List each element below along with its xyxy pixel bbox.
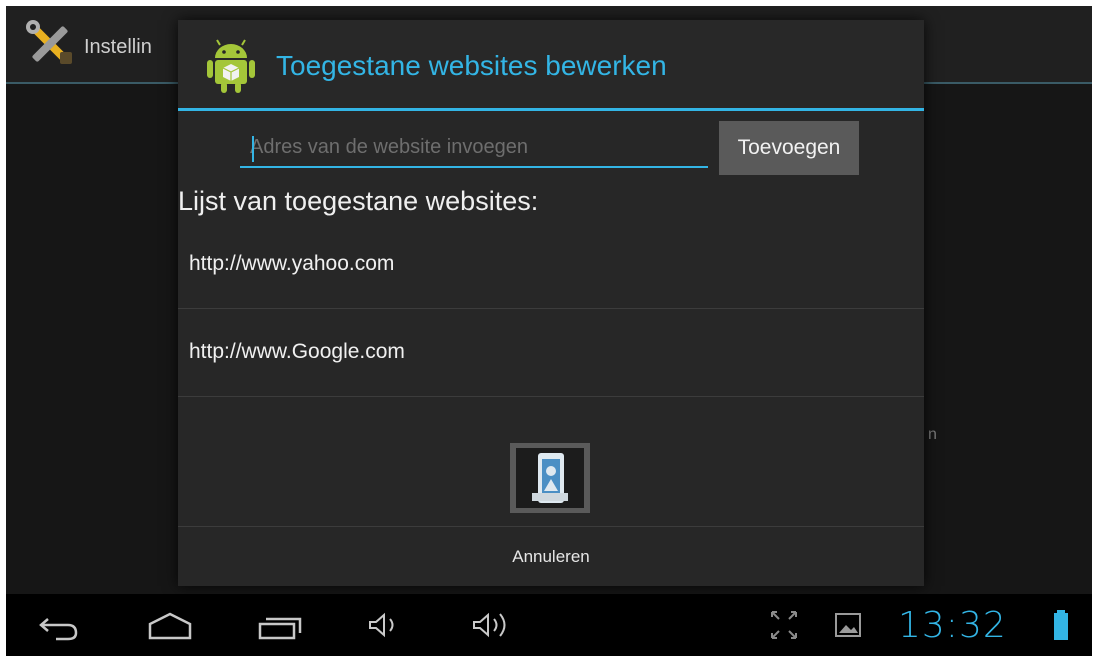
website-list-item[interactable]: http://www.yahoo.com xyxy=(178,222,924,309)
back-icon[interactable] xyxy=(34,602,84,648)
home-icon[interactable] xyxy=(140,602,200,648)
volume-down-icon[interactable] xyxy=(362,602,406,648)
allowed-websites-heading: Lijst van toegestane websites: xyxy=(178,186,539,216)
system-clock: 13:32 xyxy=(898,605,1007,646)
edit-allowed-websites-dialog: Toegestane websites bewerken Toevoegen L… xyxy=(178,20,924,586)
background-text-fragment: n xyxy=(928,426,937,443)
gallery-icon[interactable] xyxy=(830,602,866,648)
volume-up-icon[interactable] xyxy=(468,602,518,648)
dialog-title-divider xyxy=(178,108,924,111)
website-address-input[interactable] xyxy=(240,128,708,168)
add-website-button[interactable]: Toevoegen xyxy=(719,121,859,175)
dialog-title: Toegestane websites bewerken xyxy=(276,50,667,81)
device-screen: Instellin n Toegestane websites bewerken xyxy=(6,6,1092,656)
background-app-title: Instellin xyxy=(84,36,152,58)
website-list-item[interactable]: http://www.Google.com xyxy=(178,310,924,397)
app-logo-icon[interactable] xyxy=(510,443,590,513)
cancel-button[interactable]: Annuleren xyxy=(178,527,924,586)
dialog-header: Toegestane websites bewerken xyxy=(178,20,924,108)
website-url: http://www.yahoo.com xyxy=(189,252,395,275)
system-navigation-bar: 13:32 xyxy=(6,594,1092,656)
fullscreen-icon[interactable] xyxy=(766,602,802,648)
recent-apps-icon[interactable] xyxy=(252,602,308,648)
android-app-icon xyxy=(207,39,255,93)
website-url: http://www.Google.com xyxy=(189,340,405,363)
settings-tools-icon[interactable] xyxy=(24,18,76,70)
text-cursor xyxy=(252,136,254,162)
battery-icon xyxy=(1054,610,1068,640)
